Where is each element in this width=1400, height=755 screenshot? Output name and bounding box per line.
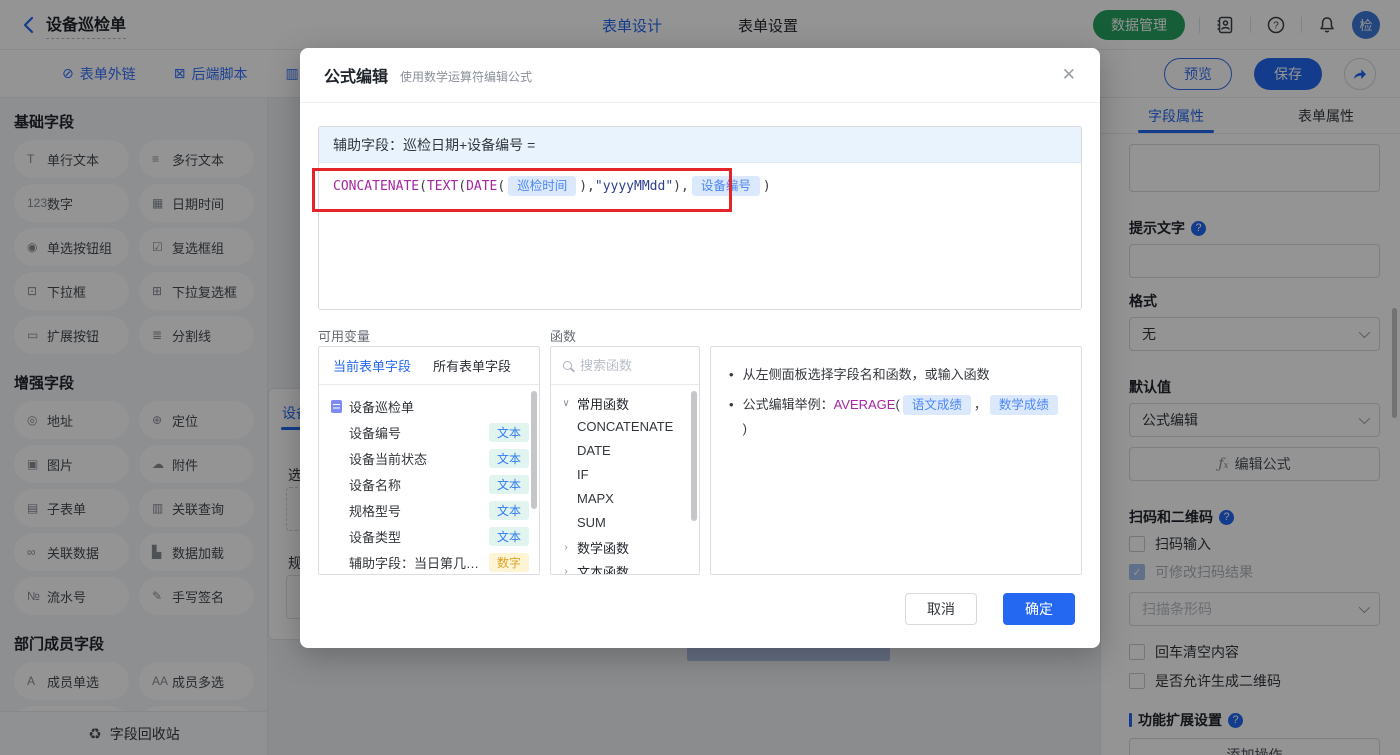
variables-panel: 当前表单字段 所有表单字段 设备巡检单 设备编号 文本 设备当前状态 文本 设备名称 文本… xyxy=(318,346,540,575)
formula-token: DATE xyxy=(466,179,498,194)
variable-field-name: 设备类型 xyxy=(349,529,402,545)
form-node[interactable]: 设备巡检单 xyxy=(319,393,539,419)
function-item[interactable]: MAPX xyxy=(551,487,699,511)
function-item[interactable]: DATE xyxy=(551,439,699,463)
form-node-label: 设备巡检单 xyxy=(349,399,415,415)
field-chip[interactable]: 巡检时间 xyxy=(508,176,577,196)
function-group-name: 文本函数 xyxy=(577,564,630,575)
field-type-badge: 文本 xyxy=(488,448,529,468)
formula-token: CONCATENATE xyxy=(333,179,420,194)
formula-token: ( xyxy=(419,179,427,194)
function-group-name: 数学函数 xyxy=(577,540,630,556)
formula-target-bar: 辅助字段：巡检日期+设备编号 = xyxy=(319,127,1081,163)
function-group[interactable]: ∨ 常用函数 xyxy=(551,391,699,415)
formula-token: 公式编辑举例： xyxy=(742,397,834,412)
variable-field-row[interactable]: 设备类型 文本 xyxy=(319,523,539,549)
formula-editor-box[interactable]: 辅助字段：巡检日期+设备编号 = CONCATENATE(TEXT(DATE(巡… xyxy=(318,126,1082,310)
formula-token: ( xyxy=(458,179,467,194)
variable-field-name: 设备编号 xyxy=(349,425,402,441)
functions-panel: ∨ 常用函数 CONCATENATEDATEIFMAPXSUM › 数学函数 › 文本函数 xyxy=(550,346,700,575)
variable-field-name: 辅助字段：当日第几次... xyxy=(349,555,483,571)
scrollbar-thumb[interactable] xyxy=(531,391,537,509)
hint-text: 从左侧面板选择字段名和函数，或输入函数 xyxy=(742,367,990,382)
function-group-name: 常用函数 xyxy=(577,396,630,412)
functions-label: 函数 xyxy=(550,329,577,344)
function-group[interactable]: › 文本函数 xyxy=(551,559,699,575)
formula-token: "yyyyMMdd" xyxy=(594,179,674,194)
formula-token: ) xyxy=(762,179,771,194)
field-chip[interactable]: 数学成绩 xyxy=(989,395,1058,415)
hint-example: 公式编辑举例：AVERAGE(语文成绩，数学成绩) xyxy=(743,393,1063,441)
formula-token: TEXT xyxy=(426,179,459,194)
formula-token: ( xyxy=(497,179,506,194)
field-chip[interactable]: 语文成绩 xyxy=(902,395,971,415)
formula-token: ( xyxy=(895,397,900,412)
function-item[interactable]: SUM xyxy=(551,511,699,535)
variables-label: 可用变量 xyxy=(318,329,371,344)
variable-field-row[interactable]: 设备名称 文本 xyxy=(319,471,539,497)
function-item[interactable]: CONCATENATE xyxy=(551,415,699,439)
variable-field-row[interactable]: 规格型号 文本 xyxy=(319,497,539,523)
variable-field-name: 设备名称 xyxy=(349,477,402,493)
caret-icon: › xyxy=(564,541,568,553)
variable-field-row[interactable]: 设备编号 文本 xyxy=(319,419,539,445)
modal-title: 公式编辑 xyxy=(324,69,389,86)
formula-token: ) xyxy=(742,421,747,436)
field-type-badge: 数字 xyxy=(488,552,529,572)
field-type-badge: 文本 xyxy=(488,526,529,546)
bullet-icon: • xyxy=(729,367,734,382)
variable-field-name: 设备当前状态 xyxy=(349,451,428,467)
document-icon xyxy=(331,399,342,413)
search-icon xyxy=(563,361,572,370)
formula-token: ), xyxy=(579,179,595,194)
variables-tabs: 当前表单字段 所有表单字段 xyxy=(319,347,539,385)
tab-all-form-fields[interactable]: 所有表单字段 xyxy=(433,356,511,375)
variable-field-row[interactable]: 设备当前状态 文本 xyxy=(319,445,539,471)
variable-field-row[interactable]: 辅助字段：当日第几次... 数字 xyxy=(319,549,539,574)
modal-subtitle: 使用数学运算符编辑公式 xyxy=(400,69,533,84)
formula-token: ， xyxy=(973,397,987,412)
function-item[interactable]: IF xyxy=(551,463,699,487)
functions-tree: ∨ 常用函数 CONCATENATE DATE IF MAPX SUM › 数学函数 › 文本函数 xyxy=(551,385,699,575)
field-type-badge: 文本 xyxy=(488,500,529,520)
hint-line: • 从左侧面板选择字段名和函数，或输入函数 xyxy=(729,363,1063,387)
formula-expression[interactable]: CONCATENATE(TEXT(DATE(巡检时间),"yyyyMMdd"),… xyxy=(319,163,1081,211)
tab-current-form-fields[interactable]: 当前表单字段 xyxy=(333,356,411,375)
caret-icon: › xyxy=(564,565,568,575)
hint-line: • 公式编辑举例：AVERAGE(语文成绩，数学成绩) xyxy=(729,393,1063,441)
variables-tree: 设备巡检单 设备编号 文本 设备当前状态 文本 设备名称 文本 规格型号 文本 设备类型 文本 辅助… xyxy=(319,385,539,574)
field-type-badge: 文本 xyxy=(488,422,529,442)
variable-field-name: 规格型号 xyxy=(349,503,402,519)
field-chip[interactable]: 设备编号 xyxy=(691,176,760,196)
confirm-button[interactable]: 确定 xyxy=(1003,593,1075,625)
modal-header: 公式编辑 使用数学运算符编辑公式 ✕ xyxy=(300,48,1100,103)
caret-icon: ∨ xyxy=(562,397,570,409)
field-type-badge: 文本 xyxy=(488,474,529,494)
scrollbar-thumb[interactable] xyxy=(691,391,697,521)
formula-token: ), xyxy=(673,179,689,194)
formula-editor-modal: 公式编辑 使用数学运算符编辑公式 ✕ 辅助字段：巡检日期+设备编号 = CONC… xyxy=(300,48,1100,648)
function-group[interactable]: › 数学函数 xyxy=(551,535,699,559)
bullet-icon: • xyxy=(729,397,734,412)
function-search xyxy=(551,347,699,385)
hints-panel: • 从左侧面板选择字段名和函数，或输入函数 • 公式编辑举例：AVERAGE(语… xyxy=(710,346,1082,575)
cancel-button[interactable]: 取消 xyxy=(905,593,977,625)
formula-token: AVERAGE xyxy=(833,397,896,412)
function-search-input[interactable] xyxy=(580,358,680,373)
close-icon[interactable]: ✕ xyxy=(1062,65,1076,85)
